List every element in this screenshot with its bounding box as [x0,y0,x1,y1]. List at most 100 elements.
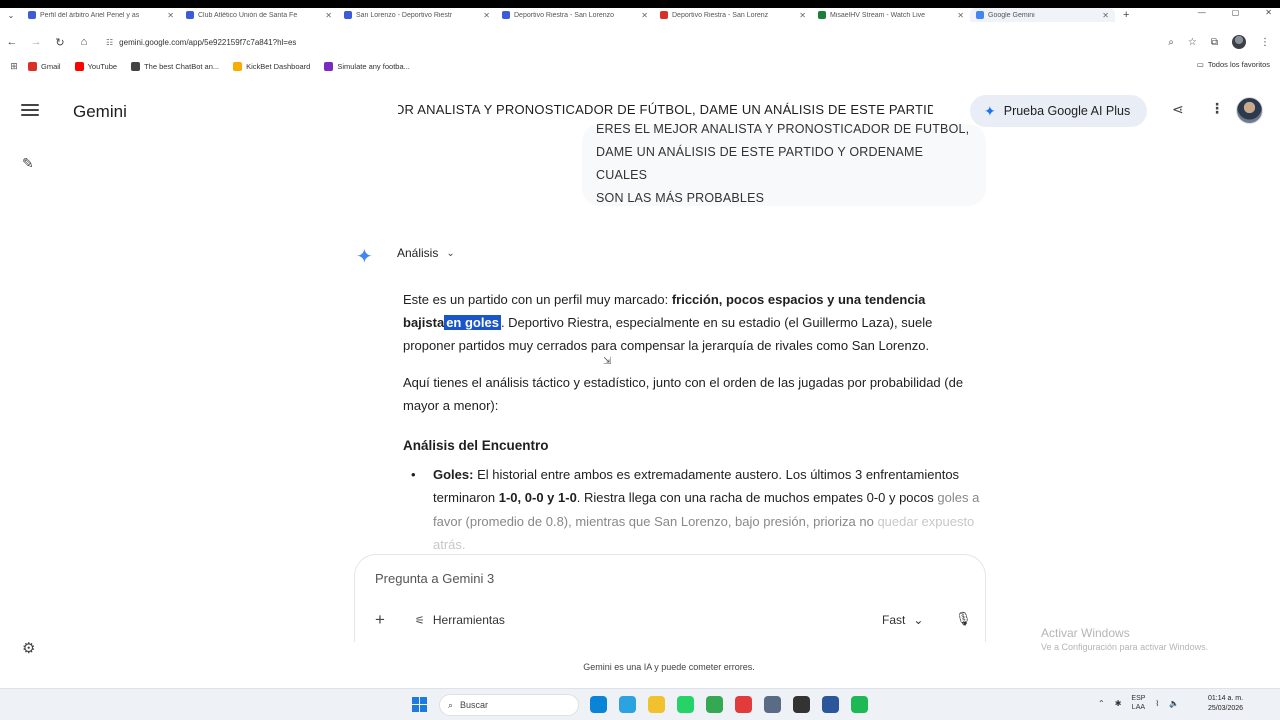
browser-menu-icon[interactable]: ⋮ [1260,37,1270,48]
response-paragraph: Aquí tienes el análisis táctico y estadí… [403,374,964,413]
extensions-icon[interactable]: ⧉ [1211,37,1218,48]
user-message-bubble: ERES EL MEJOR ANALISTA Y PRONOSTICADOR D… [582,124,986,206]
text-run: . Riestra llega con una racha de muchos … [576,490,938,506]
whatsapp-icon[interactable] [677,696,694,713]
forward-icon[interactable]: → [24,36,48,48]
prompt-input-placeholder[interactable]: Pregunta a Gemini 3 [375,571,494,586]
tab-1[interactable]: Club Atlético Unión de Santa Fe ✕ [180,8,338,22]
volume-icon[interactable]: 🔈 [1169,699,1179,708]
prompt-input-box[interactable]: Pregunta a Gemini 3 + ⚟ Herramientas Fas… [354,554,986,642]
profile-avatar[interactable] [1232,35,1246,49]
back-icon[interactable]: ← [0,36,24,48]
add-file-icon[interactable]: + [375,610,385,630]
tab-6-active[interactable]: Google Gemini ✕ [970,8,1115,22]
url-field[interactable]: ☷ gemini.google.com/app/5e922159f7c7a841… [106,38,1168,47]
tab-close-icon[interactable]: ✕ [167,11,174,20]
tab-label: Google Gemini [988,11,1035,19]
bookmark-gmail[interactable]: Gmail [28,61,61,71]
language-indicator[interactable]: ESP LAA [1131,694,1145,712]
activate-windows-watermark: Activar Windows Ve a Configuración para … [1041,626,1208,652]
show-thinking-toggle[interactable]: Análisis ⌄ [397,246,455,260]
bookmark-chatbot[interactable]: The best ChatBot an... [131,61,220,71]
bookmark-simulate[interactable]: Simulate any footba... [324,61,410,71]
bookmark-star-icon[interactable]: ☆ [1188,37,1197,48]
typora-icon[interactable] [735,696,752,713]
lang-line: LAA [1131,704,1146,711]
windows-start-icon[interactable] [412,697,427,712]
all-bookmarks[interactable]: ▭ Todos los favoritos [1197,60,1270,69]
tab-4[interactable]: Deportivo Riestra - San Lorenz ✕ [654,8,812,22]
bookmark-kickbet[interactable]: KickBet Dashboard [233,61,311,71]
new-chat-icon[interactable]: ✎ [22,155,34,172]
new-tab-icon[interactable]: + [1115,9,1137,21]
all-bookmarks-label: Todos los favoritos [1207,60,1270,69]
chevron-down-icon: ⌄ [446,247,455,259]
bookmark-label: KickBet Dashboard [246,61,311,71]
more-options-icon[interactable]: ⋮ [1210,100,1224,117]
tab-2[interactable]: San Lorenzo - Deportivo Riestr ✕ [338,8,496,22]
list-item: Goles: El historial entre ambos es extre… [403,463,983,550]
brand-title: Gemini [73,102,127,121]
file-explorer-icon[interactable] [648,696,665,713]
taskbar-apps [590,696,868,713]
model-label: Fast [882,613,906,627]
address-bar: ← → ↻ ⌂ ☷ gemini.google.com/app/5e922159… [0,30,1280,54]
site-info-icon[interactable]: ☷ [106,38,113,47]
tab-close-icon[interactable]: ✕ [483,11,490,20]
apps-grid-icon[interactable]: ⊞ [0,61,28,72]
bookmark-label: Gmail [41,61,61,71]
tab-close-icon[interactable]: ✕ [957,11,964,20]
reload-icon[interactable]: ↻ [48,36,72,49]
share-icon[interactable]: ⋖ [1172,101,1184,118]
response-paragraph: Este es un partido con un perfil muy mar… [403,288,983,358]
tab-0[interactable]: Perfil del árbitro Ariel Penel y as ✕ [22,8,180,22]
telegram-icon[interactable] [619,696,636,713]
tab-3[interactable]: Deportivo Riestra - San Lorenzo ✕ [496,8,654,22]
taskbar-search-placeholder: Buscar [460,700,489,710]
tab-favicon-icon [818,11,826,19]
tab-close-icon[interactable]: ✕ [641,11,648,20]
response-body: Este es un partido con un perfil muy mar… [403,288,983,550]
tab-label: Deportivo Riestra - San Lorenzo [514,11,614,19]
zoom-icon[interactable]: ⌕ [1168,37,1174,48]
app-icon[interactable] [793,696,810,713]
taskbar-clock[interactable]: 01:14 a. m. 25/03/2026 [1208,694,1243,714]
response-scroll-area[interactable]: Este es un partido con un perfil muy mar… [400,288,1000,550]
chrome-icon[interactable] [706,696,723,713]
gemini-spark-icon: ✦ [356,246,373,268]
tab-5[interactable]: MisaelHV Stream - Watch Live ✕ [812,8,970,22]
close-window-icon[interactable]: ✕ [1265,8,1272,17]
settings-gear-icon[interactable]: ⚙ [22,639,35,657]
tools-button[interactable]: ⚟ Herramientas [415,613,505,627]
tools-label: Herramientas [432,613,505,627]
chat-title: ERES EL MEJOR ANALISTA Y PRONOSTICADOR D… [398,102,933,120]
calculator-icon[interactable] [764,696,781,713]
tab-label: Club Atlético Unión de Santa Fe [198,11,298,19]
tab-list-chevron-icon[interactable]: ⌄ [0,11,22,20]
minimize-icon[interactable]: — [1198,8,1206,17]
taskbar-search[interactable]: ⌕ Buscar [439,694,579,716]
tab-close-icon[interactable]: ✕ [799,11,806,20]
account-avatar[interactable] [1236,97,1263,124]
tab-favicon-icon [186,11,194,19]
model-selector[interactable]: Fast ⌄ [882,613,923,627]
microphone-icon[interactable]: 🎙 [955,611,972,627]
mouse-cursor-icon: ⇲ [603,356,612,367]
tray-app-icon[interactable]: ✱ [1115,699,1122,708]
network-icon[interactable]: ⌇ [1155,699,1159,708]
kickbet-icon [233,61,243,71]
maximize-icon[interactable]: ▢ [1232,8,1240,17]
edge-icon[interactable] [590,696,607,713]
tab-close-icon[interactable]: ✕ [1102,11,1109,20]
word-icon[interactable] [822,696,839,713]
tray-chevron-icon[interactable]: ⌃ [1098,699,1105,708]
main-menu-icon[interactable] [21,104,39,118]
bookmark-label: The best ChatBot an... [144,61,220,71]
try-ai-plus-button[interactable]: ✦ Prueba Google AI Plus [970,95,1147,127]
spotify-icon[interactable] [851,696,868,713]
tab-close-icon[interactable]: ✕ [325,11,332,20]
bookmark-youtube[interactable]: YouTube [74,61,117,71]
system-tray: ⌃ ✱ ESP LAA ⌇ 🔈 [1098,694,1179,712]
bookmark-label: Simulate any footba... [337,61,410,71]
home-icon[interactable]: ⌂ [72,36,96,48]
